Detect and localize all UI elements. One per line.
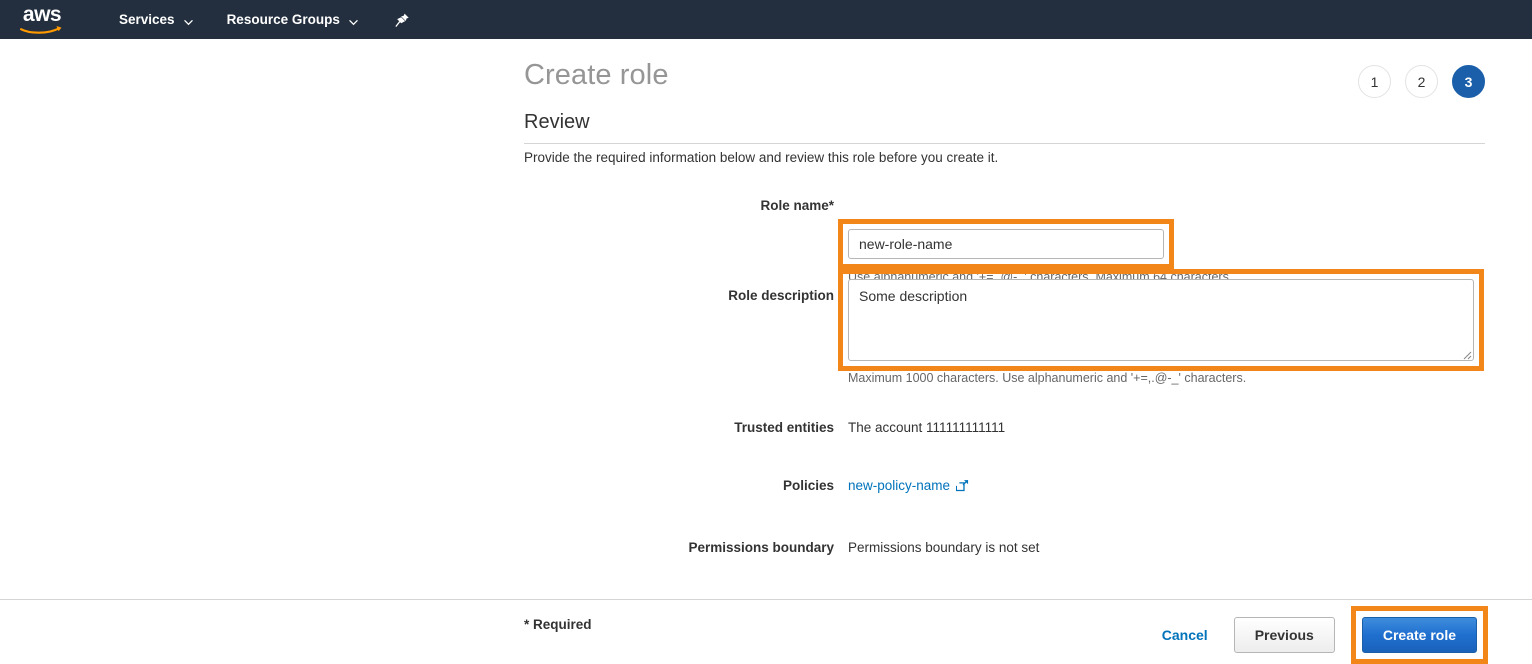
role-description-textarea[interactable]: [848, 279, 1474, 361]
aws-logo[interactable]: aws: [18, 5, 66, 35]
step-indicator-2-label: 2: [1418, 74, 1426, 90]
nav-item-services[interactable]: Services: [110, 0, 202, 39]
section-title: Review: [524, 111, 590, 134]
policies-label: Policies: [548, 478, 834, 493]
nav-item-resource-groups[interactable]: Resource Groups: [218, 0, 367, 39]
chevron-down-icon: [349, 15, 358, 24]
nav-item-services-label: Services: [119, 12, 175, 27]
step-indicator-2[interactable]: 2: [1405, 65, 1438, 98]
step-indicator-1-label: 1: [1371, 74, 1379, 90]
section-description: Provide the required information below a…: [524, 150, 998, 165]
cancel-button[interactable]: Cancel: [1148, 627, 1222, 643]
step-indicator-3[interactable]: 3: [1452, 65, 1485, 98]
step-indicator: 1 2 3: [1358, 65, 1485, 98]
role-description-hint: Maximum 1000 characters. Use alphanumeri…: [848, 371, 1246, 385]
step-indicator-3-label: 3: [1465, 74, 1473, 90]
trusted-entities-value: The account 111111111111: [848, 420, 1005, 435]
pushpin-button[interactable]: [387, 0, 418, 39]
external-link-icon[interactable]: [956, 479, 969, 495]
footer-divider: [0, 599, 1532, 600]
chevron-down-icon: [184, 15, 193, 24]
nav-item-resource-groups-label: Resource Groups: [227, 12, 340, 27]
top-navigation-bar: aws Services Resource Groups: [0, 0, 1532, 39]
pushpin-icon: [395, 12, 410, 28]
permissions-boundary-label: Permissions boundary: [548, 540, 834, 555]
policies-value: new-policy-name: [848, 478, 969, 495]
role-name-input[interactable]: [848, 229, 1164, 259]
role-name-label: Role name*: [548, 198, 834, 213]
create-role-highlight: Create role: [1351, 606, 1488, 664]
permissions-boundary-value: Permissions boundary is not set: [848, 540, 1039, 555]
required-note: * Required: [524, 617, 592, 632]
page-content: Create role 1 2 3 Review Provide the req…: [0, 39, 1532, 648]
footer-button-row: Cancel Previous Create role: [1148, 606, 1488, 664]
role-description-label: Role description: [548, 288, 834, 303]
step-indicator-1[interactable]: 1: [1358, 65, 1391, 98]
aws-logo-wordmark: aws: [23, 5, 61, 24]
section-divider: [524, 143, 1485, 144]
trusted-entities-label: Trusted entities: [548, 420, 834, 435]
aws-logo-swoosh-icon: [20, 25, 64, 34]
policy-link[interactable]: new-policy-name: [848, 478, 950, 493]
page-title: Create role: [524, 59, 669, 92]
